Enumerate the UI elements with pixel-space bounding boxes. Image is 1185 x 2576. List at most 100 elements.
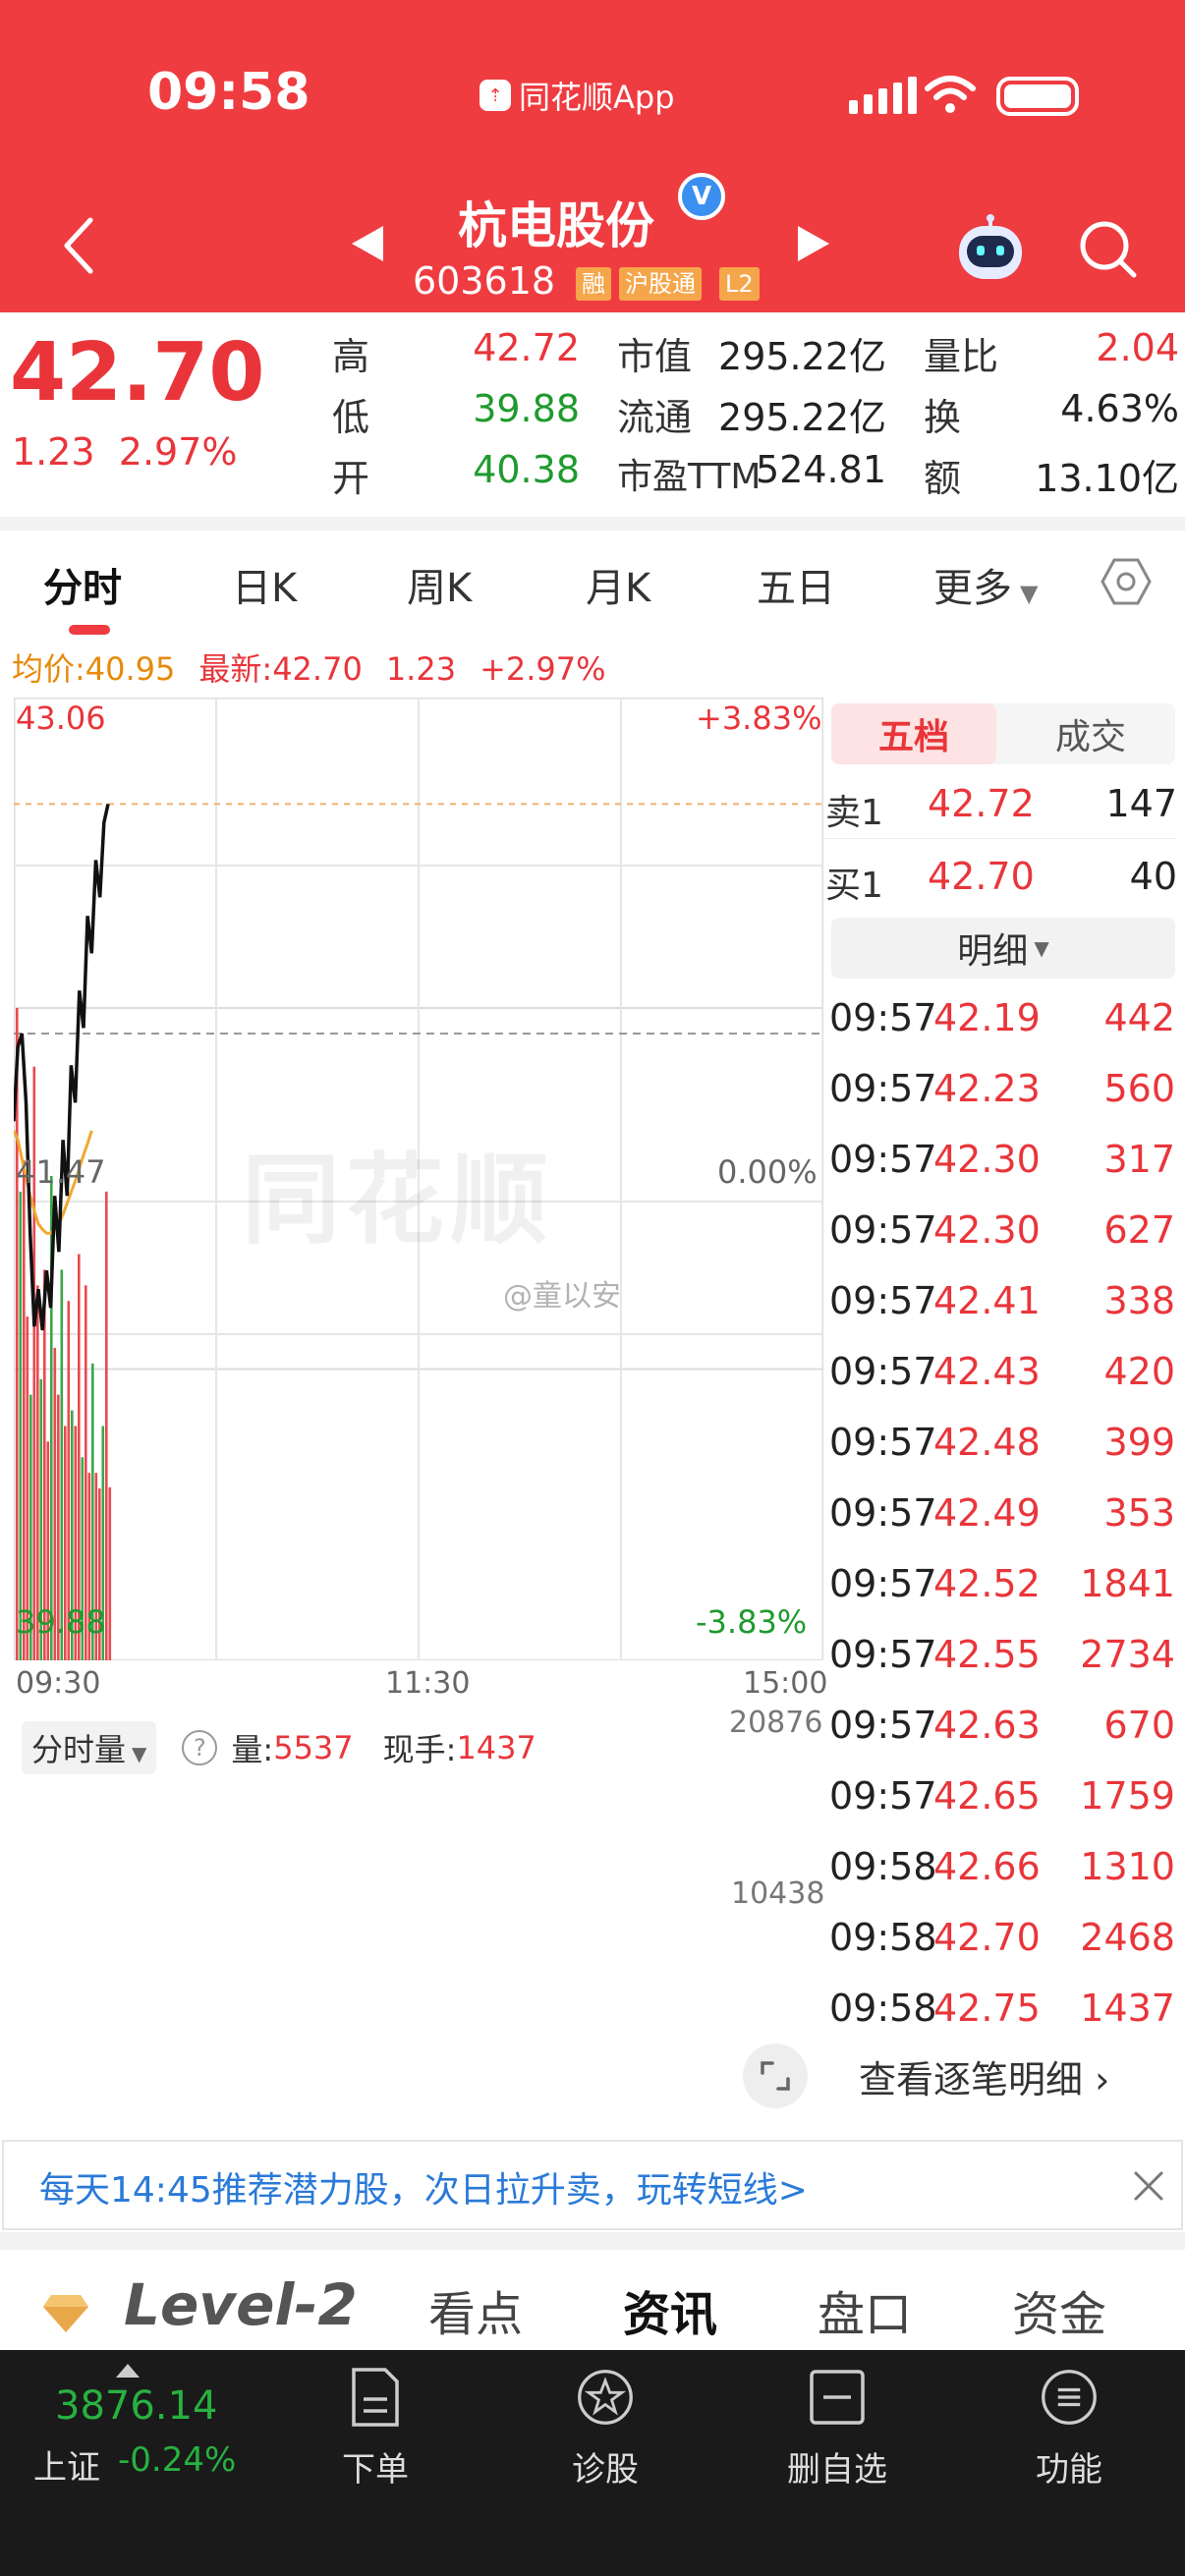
bottom-nav: 3876.14 上证 -0.24% 下单 诊股 删自选 功能 [0, 2350, 1185, 2576]
index-name: 上证 [33, 2448, 100, 2488]
fullscreen-icon[interactable] [743, 2044, 808, 2108]
order-book-tabs: 五档 成交 [831, 703, 1175, 764]
change-percent: 2.97% [118, 430, 238, 474]
tab-highlights[interactable]: 看点 [428, 2275, 523, 2344]
ask-row: 卖1 42.72 147 [823, 770, 1177, 839]
stock-name: 杭电股份 [458, 197, 654, 254]
tick-price: 42.19 [933, 996, 1041, 1039]
nav-order-label: 下单 [342, 2450, 409, 2490]
bid-row: 买1 42.70 40 [823, 843, 1177, 912]
tab-level2[interactable]: Level-2 [124, 2271, 358, 2338]
volume-type-label: 分时量 [31, 1731, 127, 1768]
chart-tabs: 分时 日K 周K 月K 五日 更多 ▼ [0, 531, 1185, 639]
close-icon[interactable] [1130, 2167, 1167, 2205]
diamond-icon [43, 2295, 88, 2332]
tab-monthly-k[interactable]: 月K [586, 556, 650, 613]
nav-functions[interactable]: 功能 [1000, 2366, 1138, 2523]
document-icon [352, 2368, 399, 2427]
tab-order-flow[interactable]: 盘口 [818, 2275, 912, 2344]
avg-price: 均价:40.95 [12, 650, 176, 688]
active-tab-indicator [69, 625, 110, 635]
nav-remove-watchlist[interactable]: 删自选 [768, 2366, 906, 2523]
tick-row: 09:57 42.23 560 [829, 1057, 1175, 1126]
battery-icon [996, 77, 1079, 116]
tick-row: 09:57 42.48 399 [829, 1411, 1175, 1480]
value-high: 42.72 [473, 326, 580, 369]
value-volume-ratio: 2.04 [1096, 326, 1179, 369]
price-change: 1.23 2.97% [12, 430, 238, 474]
tick-price: 42.30 [933, 1208, 1041, 1252]
detail-dropdown[interactable]: 明细 ▼ [831, 918, 1175, 979]
current-price: 42.70 [10, 326, 265, 420]
value-open: 40.38 [473, 448, 580, 491]
tick-time: 09:57 [829, 1067, 937, 1110]
chevron-up-icon[interactable] [116, 2364, 140, 2378]
chevron-down-icon: ▼ [1034, 936, 1049, 960]
prev-stock-icon[interactable] [352, 226, 383, 261]
search-icon[interactable] [1077, 218, 1140, 281]
view-tick-details-link[interactable]: 查看逐笔明细 › [859, 2049, 1109, 2103]
robot-assistant-icon[interactable] [953, 214, 1028, 283]
tab-more[interactable]: 更多 ▼ [933, 556, 1038, 613]
tick-price: 42.63 [933, 1704, 1041, 1747]
tick-price: 42.55 [933, 1633, 1041, 1676]
tick-vol: 627 [1103, 1208, 1175, 1252]
promo-text[interactable]: 每天14:45推荐潜力股，次日拉升卖，玩转短线> [39, 2161, 808, 2212]
label-price-low: 39.88 [16, 1603, 106, 1641]
tick-row: 09:58 42.70 2468 [829, 1906, 1175, 1975]
tick-time: 09:58 [829, 1987, 937, 2030]
help-icon[interactable]: ? [182, 1730, 218, 1765]
tick-row: 09:57 42.52 1841 [829, 1552, 1175, 1621]
tab-weekly-k[interactable]: 周K [407, 556, 472, 613]
tick-price: 42.52 [933, 1562, 1041, 1605]
tick-time: 09:57 [829, 1704, 937, 1747]
tab-trades[interactable]: 成交 [1008, 703, 1173, 764]
volume-bar [105, 1191, 108, 1660]
settings-icon[interactable] [1100, 556, 1152, 607]
summary-change-pct: +2.97% [480, 650, 606, 688]
tab-capital[interactable]: 资金 [1012, 2275, 1106, 2344]
volume-type-dropdown[interactable]: 分时量 ▼ [22, 1721, 157, 1774]
tick-vol: 1437 [1080, 1987, 1175, 2030]
tick-price: 42.41 [933, 1279, 1041, 1322]
tab-five-levels[interactable]: 五档 [831, 703, 996, 764]
label-price-high: 43.06 [16, 700, 106, 737]
tab-five-day[interactable]: 五日 [757, 556, 835, 613]
tab-more-label: 更多 [933, 566, 1012, 611]
tick-vol: 353 [1103, 1491, 1175, 1535]
status-time: 09:58 [147, 63, 310, 122]
label-volume-max: 20876 [729, 1706, 823, 1740]
label-low: 低 [332, 396, 370, 439]
label-time-end: 15:00 [743, 1666, 828, 1701]
promo-banner[interactable]: 每天14:45推荐潜力股，次日拉升卖，玩转短线> [2, 2140, 1183, 2230]
value-amount: 13.10亿 [1035, 457, 1179, 500]
nav-diagnose[interactable]: 诊股 [536, 2366, 674, 2523]
label-pct-mid: 0.00% [717, 1153, 818, 1191]
value-turnover: 4.63% [1060, 387, 1179, 430]
current-hand-label: 现手: [382, 1731, 457, 1768]
tick-time: 09:58 [829, 1845, 937, 1888]
current-hand-value: 1437 [456, 1729, 536, 1766]
tick-row: 09:57 42.30 627 [829, 1199, 1175, 1267]
label-amount: 额 [924, 457, 962, 500]
status-app-indicator: ⇡ 同花顺App [480, 73, 675, 118]
index-value[interactable]: 3876.14 [55, 2383, 217, 2429]
tick-row: 09:57 42.43 420 [829, 1340, 1175, 1409]
value-float-cap: 295.22亿 [718, 396, 886, 439]
volume-bar [19, 1191, 23, 1660]
tick-price: 42.75 [933, 1987, 1041, 2030]
tick-price: 42.66 [933, 1845, 1041, 1888]
index-change: -0.24% [118, 2440, 237, 2480]
label-turnover: 换 [924, 396, 962, 439]
back-icon[interactable] [59, 216, 98, 275]
tick-vol: 2734 [1080, 1633, 1175, 1676]
tick-vol: 420 [1103, 1350, 1175, 1393]
tab-news[interactable]: 资讯 [623, 2275, 717, 2344]
tab-intraday[interactable]: 分时 [43, 556, 122, 613]
tab-daily-k[interactable]: 日K [232, 556, 297, 613]
ask-volume: 147 [1105, 782, 1177, 825]
stock-code: 603618 [413, 259, 556, 303]
tick-time: 09:57 [829, 1562, 937, 1605]
next-stock-icon[interactable] [798, 226, 829, 261]
nav-order[interactable]: 下单 [307, 2366, 444, 2523]
